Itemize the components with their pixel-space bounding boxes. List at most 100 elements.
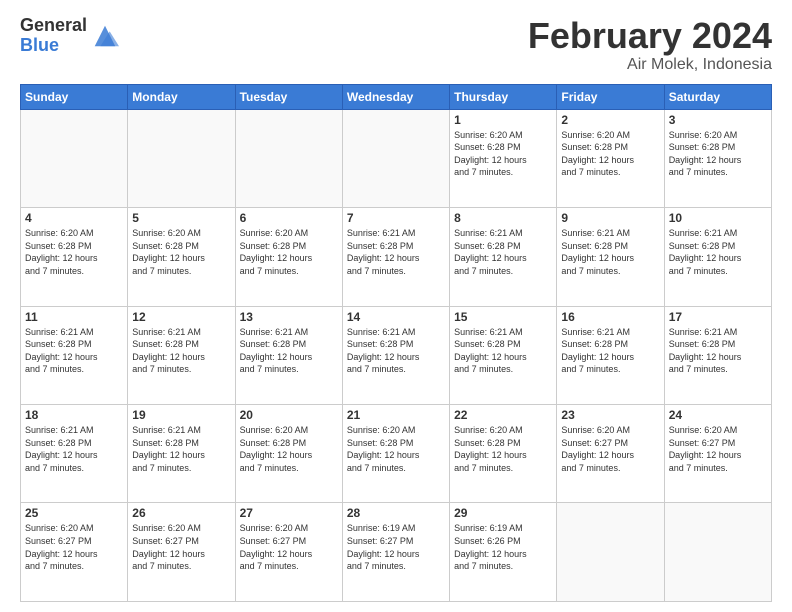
- calendar-cell: 10 Sunrise: 6:21 AM Sunset: 6:28 PM Dayli…: [664, 208, 771, 306]
- day-number: 24: [669, 408, 767, 422]
- day-info: Sunrise: 6:20 AM Sunset: 6:28 PM Dayligh…: [25, 227, 123, 277]
- day-number: 14: [347, 310, 445, 324]
- day-number: 23: [561, 408, 659, 422]
- calendar-cell: 4 Sunrise: 6:20 AM Sunset: 6:28 PM Daylig…: [21, 208, 128, 306]
- calendar-cell: 12Sunrise: 6:21 AM Sunset: 6:28 PM Dayli…: [128, 306, 235, 404]
- day-number: 7: [347, 211, 445, 225]
- day-info: Sunrise: 6:20 AM Sunset: 6:28 PM Dayligh…: [561, 129, 659, 179]
- day-info: Sunrise: 6:20 AM Sunset: 6:28 PM Dayligh…: [240, 227, 338, 277]
- day-info: Sunrise: 6:21 AM Sunset: 6:28 PM Dayligh…: [561, 227, 659, 277]
- day-info: Sunrise: 6:21 AM Sunset: 6:28 PM Dayligh…: [669, 326, 767, 376]
- day-info: Sunrise: 6:20 AM Sunset: 6:27 PM Dayligh…: [240, 522, 338, 572]
- day-number: 6: [240, 211, 338, 225]
- calendar-cell: 13 Sunrise: 6:21 AM Sunset: 6:28 PM Dayli…: [235, 306, 342, 404]
- day-info: Sunrise: 6:21 AM Sunset: 6:28 PM Dayligh…: [561, 326, 659, 376]
- day-number: 18: [25, 408, 123, 422]
- calendar-cell: [557, 503, 664, 602]
- day-info: Sunrise: 6:21 AM Sunset: 6:28 PM Dayligh…: [454, 227, 552, 277]
- day-info: Sunrise: 6:20 AM Sunset: 6:27 PM Dayligh…: [132, 522, 230, 572]
- calendar-cell: 24 Sunrise: 6:20 AM Sunset: 6:27 PM Dayli…: [664, 405, 771, 503]
- calendar-cell: 17 Sunrise: 6:21 AM Sunset: 6:28 PM Dayli…: [664, 306, 771, 404]
- calendar-cell: 3 Sunrise: 6:20 AM Sunset: 6:28 PM Daylig…: [664, 109, 771, 207]
- page: General Blue February 2024 Air Molek, In…: [0, 0, 792, 612]
- calendar-cell: 16 Sunrise: 6:21 AM Sunset: 6:28 PM Dayli…: [557, 306, 664, 404]
- calendar-cell: 7Sunrise: 6:21 AM Sunset: 6:28 PM Daylig…: [342, 208, 449, 306]
- day-info: Sunrise: 6:21 AM Sunset: 6:28 PM Dayligh…: [454, 326, 552, 376]
- day-number: 28: [347, 506, 445, 520]
- day-number: 4: [25, 211, 123, 225]
- calendar-cell: 11Sunrise: 6:21 AM Sunset: 6:28 PM Dayli…: [21, 306, 128, 404]
- day-number: 15: [454, 310, 552, 324]
- calendar-cell: 6 Sunrise: 6:20 AM Sunset: 6:28 PM Daylig…: [235, 208, 342, 306]
- calendar-week-2: 4 Sunrise: 6:20 AM Sunset: 6:28 PM Daylig…: [21, 208, 772, 306]
- day-of-week-wednesday: Wednesday: [342, 84, 449, 109]
- day-info: Sunrise: 6:21 AM Sunset: 6:28 PM Dayligh…: [669, 227, 767, 277]
- title-block: February 2024 Air Molek, Indonesia: [528, 16, 772, 74]
- calendar-cell: 2Sunrise: 6:20 AM Sunset: 6:28 PM Daylig…: [557, 109, 664, 207]
- day-number: 16: [561, 310, 659, 324]
- day-info: Sunrise: 6:21 AM Sunset: 6:28 PM Dayligh…: [240, 326, 338, 376]
- day-number: 5: [132, 211, 230, 225]
- day-number: 26: [132, 506, 230, 520]
- day-info: Sunrise: 6:21 AM Sunset: 6:28 PM Dayligh…: [132, 424, 230, 474]
- calendar-cell: 29Sunrise: 6:19 AM Sunset: 6:26 PM Dayli…: [450, 503, 557, 602]
- calendar-cell: 18Sunrise: 6:21 AM Sunset: 6:28 PM Dayli…: [21, 405, 128, 503]
- day-info: Sunrise: 6:20 AM Sunset: 6:27 PM Dayligh…: [669, 424, 767, 474]
- day-info: Sunrise: 6:19 AM Sunset: 6:26 PM Dayligh…: [454, 522, 552, 572]
- logo: General Blue: [20, 16, 119, 56]
- day-number: 27: [240, 506, 338, 520]
- calendar-cell: 28 Sunrise: 6:19 AM Sunset: 6:27 PM Dayli…: [342, 503, 449, 602]
- day-info: Sunrise: 6:21 AM Sunset: 6:28 PM Dayligh…: [25, 326, 123, 376]
- calendar-week-4: 18 Sunrise: 6:21 AM Sunset: 6:28 PM Dayli…: [21, 405, 772, 503]
- day-number: 13: [240, 310, 338, 324]
- day-number: 9: [561, 211, 659, 225]
- logo-general: General: [20, 16, 87, 36]
- calendar-cell: 27 Sunrise: 6:20 AM Sunset: 6:27 PM Dayli…: [235, 503, 342, 602]
- calendar-table: SundayMondayTuesdayWednesdayThursdayFrid…: [20, 84, 772, 602]
- calendar-cell: 8 Sunrise: 6:21 AM Sunset: 6:28 PM Daylig…: [450, 208, 557, 306]
- calendar-cell: 22 Sunrise: 6:20 AM Sunset: 6:28 PM Dayli…: [450, 405, 557, 503]
- day-info: Sunrise: 6:19 AM Sunset: 6:27 PM Dayligh…: [347, 522, 445, 572]
- day-of-week-thursday: Thursday: [450, 84, 557, 109]
- day-number: 3: [669, 113, 767, 127]
- calendar-cell: 21 Sunrise: 6:20 AM Sunset: 6:28 PM Dayli…: [342, 405, 449, 503]
- day-of-week-friday: Friday: [557, 84, 664, 109]
- day-info: Sunrise: 6:20 AM Sunset: 6:28 PM Dayligh…: [454, 424, 552, 474]
- day-info: Sunrise: 6:21 AM Sunset: 6:28 PM Dayligh…: [132, 326, 230, 376]
- day-info: Sunrise: 6:20 AM Sunset: 6:27 PM Dayligh…: [561, 424, 659, 474]
- day-info: Sunrise: 6:20 AM Sunset: 6:28 PM Dayligh…: [454, 129, 552, 179]
- day-number: 1: [454, 113, 552, 127]
- calendar-cell: 1 Sunrise: 6:20 AM Sunset: 6:28 PM Daylig…: [450, 109, 557, 207]
- day-of-week-monday: Monday: [128, 84, 235, 109]
- calendar-cell: 5 Sunrise: 6:20 AM Sunset: 6:28 PM Daylig…: [128, 208, 235, 306]
- calendar-week-1: 1 Sunrise: 6:20 AM Sunset: 6:28 PM Daylig…: [21, 109, 772, 207]
- day-info: Sunrise: 6:21 AM Sunset: 6:28 PM Dayligh…: [347, 326, 445, 376]
- calendar-cell: 20Sunrise: 6:20 AM Sunset: 6:28 PM Dayli…: [235, 405, 342, 503]
- day-number: 8: [454, 211, 552, 225]
- day-number: 17: [669, 310, 767, 324]
- logo-text: General Blue: [20, 16, 87, 56]
- calendar-cell: 26 Sunrise: 6:20 AM Sunset: 6:27 PM Dayli…: [128, 503, 235, 602]
- day-info: Sunrise: 6:20 AM Sunset: 6:28 PM Dayligh…: [347, 424, 445, 474]
- calendar-cell: 19Sunrise: 6:21 AM Sunset: 6:28 PM Dayli…: [128, 405, 235, 503]
- calendar-cell: [235, 109, 342, 207]
- calendar-header-row: SundayMondayTuesdayWednesdayThursdayFrid…: [21, 84, 772, 109]
- day-info: Sunrise: 6:20 AM Sunset: 6:27 PM Dayligh…: [25, 522, 123, 572]
- location: Air Molek, Indonesia: [528, 56, 772, 74]
- day-info: Sunrise: 6:20 AM Sunset: 6:28 PM Dayligh…: [240, 424, 338, 474]
- calendar-week-3: 11Sunrise: 6:21 AM Sunset: 6:28 PM Dayli…: [21, 306, 772, 404]
- day-of-week-tuesday: Tuesday: [235, 84, 342, 109]
- day-number: 10: [669, 211, 767, 225]
- day-info: Sunrise: 6:20 AM Sunset: 6:28 PM Dayligh…: [132, 227, 230, 277]
- day-info: Sunrise: 6:20 AM Sunset: 6:28 PM Dayligh…: [669, 129, 767, 179]
- calendar-cell: [342, 109, 449, 207]
- day-of-week-saturday: Saturday: [664, 84, 771, 109]
- calendar-cell: [664, 503, 771, 602]
- calendar-cell: [128, 109, 235, 207]
- day-number: 22: [454, 408, 552, 422]
- calendar-cell: 9 Sunrise: 6:21 AM Sunset: 6:28 PM Daylig…: [557, 208, 664, 306]
- calendar-cell: 25 Sunrise: 6:20 AM Sunset: 6:27 PM Dayli…: [21, 503, 128, 602]
- day-number: 21: [347, 408, 445, 422]
- day-number: 25: [25, 506, 123, 520]
- calendar-cell: 23 Sunrise: 6:20 AM Sunset: 6:27 PM Dayli…: [557, 405, 664, 503]
